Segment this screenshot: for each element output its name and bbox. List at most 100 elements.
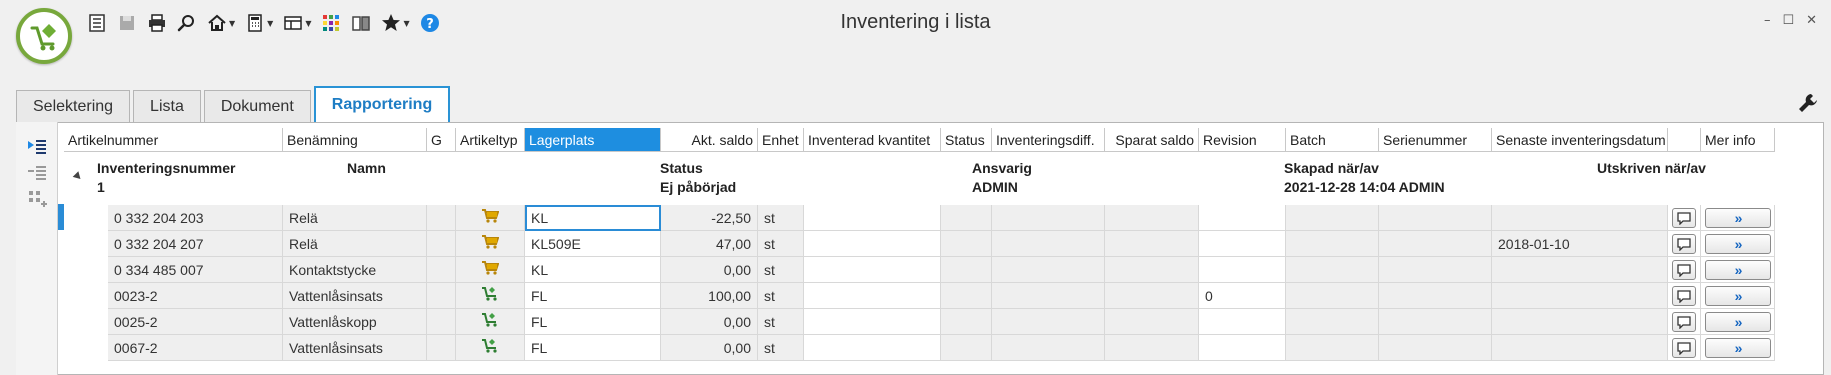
cell-status[interactable] [941, 231, 992, 257]
comment-button[interactable] [1672, 259, 1696, 280]
cell-revision[interactable] [1199, 309, 1286, 335]
col-akt-saldo[interactable]: Akt. saldo [661, 128, 758, 152]
cell-artikeltyp[interactable] [456, 257, 525, 283]
cell-sparat-saldo[interactable] [1105, 309, 1199, 335]
cell-serienummer[interactable] [1379, 283, 1492, 309]
wrench-icon[interactable] [1797, 92, 1819, 114]
cell-enhet[interactable]: st [758, 205, 804, 231]
cell-batch[interactable] [1286, 283, 1379, 309]
more-info-button[interactable]: » [1704, 207, 1771, 228]
cell-sparat-saldo[interactable] [1105, 283, 1199, 309]
cell-senaste-inventeringsdatum[interactable]: 2018-01-10 [1492, 231, 1668, 257]
cell-status[interactable] [941, 335, 992, 361]
cell-benamning[interactable]: Vattenlåskopp [283, 309, 427, 335]
cell-senaste-inventeringsdatum[interactable] [1492, 205, 1668, 231]
col-batch[interactable]: Batch [1286, 128, 1379, 152]
cell-enhet[interactable]: st [758, 283, 804, 309]
cell-inventerad-kvantitet[interactable] [804, 283, 941, 309]
col-lagerplats[interactable]: Lagerplats [525, 128, 661, 152]
cell-lagerplats[interactable]: FL [525, 309, 661, 335]
comment-button[interactable] [1672, 207, 1696, 228]
cell-g[interactable] [427, 283, 456, 309]
cell-g[interactable] [427, 257, 456, 283]
cell-akt-saldo[interactable]: 0,00 [661, 335, 758, 361]
cell-benamning[interactable]: Kontaktstycke [283, 257, 427, 283]
cell-revision[interactable]: 0 [1199, 283, 1286, 309]
more-info-button[interactable]: » [1704, 311, 1771, 332]
more-info-button[interactable]: » [1704, 259, 1771, 280]
cell-status[interactable] [941, 283, 992, 309]
cell-inventeringsdiff[interactable] [992, 283, 1105, 309]
col-revision[interactable]: Revision [1199, 128, 1286, 152]
cell-artikeltyp[interactable] [456, 205, 525, 231]
cell-artikeltyp[interactable] [456, 231, 525, 257]
comment-button[interactable] [1672, 285, 1696, 306]
cell-lagerplats[interactable]: KL [525, 257, 661, 283]
cell-benamning[interactable]: Vattenlåsinsats [283, 283, 427, 309]
cell-serienummer[interactable] [1379, 257, 1492, 283]
cell-inventerad-kvantitet[interactable] [804, 257, 941, 283]
cell-artikelnummer[interactable]: 0067-2 [108, 335, 283, 361]
cell-artikelnummer[interactable]: 0023-2 [108, 283, 283, 309]
table-row[interactable]: 0067-2 Vattenlåsinsats FL 0,00 st » [108, 335, 1775, 361]
collapse-all-icon[interactable] [26, 162, 48, 184]
cell-sparat-saldo[interactable] [1105, 231, 1199, 257]
more-info-button[interactable]: » [1704, 285, 1771, 306]
cell-g[interactable] [427, 335, 456, 361]
col-comment[interactable] [1668, 128, 1701, 152]
cell-artikelnummer[interactable]: 0025-2 [108, 309, 283, 335]
cell-senaste-inventeringsdatum[interactable] [1492, 309, 1668, 335]
cell-revision[interactable] [1199, 257, 1286, 283]
cell-akt-saldo[interactable]: 0,00 [661, 309, 758, 335]
more-info-button[interactable]: » [1704, 337, 1771, 358]
col-enhet[interactable]: Enhet [758, 128, 804, 152]
cell-artikelnummer[interactable]: 0 332 204 203 [108, 205, 283, 231]
cell-akt-saldo[interactable]: 0,00 [661, 257, 758, 283]
cell-senaste-inventeringsdatum[interactable] [1492, 335, 1668, 361]
cell-status[interactable] [941, 309, 992, 335]
cell-serienummer[interactable] [1379, 335, 1492, 361]
cell-batch[interactable] [1286, 231, 1379, 257]
table-row[interactable]: 0 332 204 207 Relä KL509E 47,00 st 2018-… [108, 231, 1775, 257]
col-senaste-inventeringsdatum[interactable]: Senaste inventeringsdatum [1492, 128, 1668, 152]
collapse-icon[interactable] [72, 171, 84, 182]
cell-revision[interactable] [1199, 205, 1286, 231]
cell-inventerad-kvantitet[interactable] [804, 231, 941, 257]
col-inventerad-kvantitet[interactable]: Inventerad kvantitet [804, 128, 941, 152]
cell-serienummer[interactable] [1379, 231, 1492, 257]
cell-lagerplats[interactable]: KL509E [525, 231, 661, 257]
col-g[interactable]: G [427, 128, 456, 152]
cell-lagerplats[interactable]: FL [525, 283, 661, 309]
comment-button[interactable] [1672, 337, 1696, 358]
cell-artikelnummer[interactable]: 0 334 485 007 [108, 257, 283, 283]
table-row[interactable]: 0025-2 Vattenlåskopp FL 0,00 st » [108, 309, 1775, 335]
cell-inventerad-kvantitet[interactable] [804, 309, 941, 335]
cell-batch[interactable] [1286, 309, 1379, 335]
cell-inventeringsdiff[interactable] [992, 231, 1105, 257]
cell-sparat-saldo[interactable] [1105, 335, 1199, 361]
cell-batch[interactable] [1286, 257, 1379, 283]
table-row[interactable]: 0 332 204 203 Relä KL -22,50 st » [108, 205, 1775, 231]
cell-serienummer[interactable] [1379, 309, 1492, 335]
col-artikelnummer[interactable]: Artikelnummer [64, 128, 283, 152]
cell-inventeringsdiff[interactable] [992, 257, 1105, 283]
close-button[interactable]: ✕ [1806, 13, 1817, 28]
cell-g[interactable] [427, 309, 456, 335]
cell-senaste-inventeringsdatum[interactable] [1492, 257, 1668, 283]
col-benamning[interactable]: Benämning [283, 128, 427, 152]
col-inventeringsdiff[interactable]: Inventeringsdiff. [992, 128, 1105, 152]
cell-artikeltyp[interactable] [456, 335, 525, 361]
cell-benamning[interactable]: Relä [283, 205, 427, 231]
cell-lagerplats[interactable]: KL [525, 205, 661, 231]
tab-selektering[interactable]: Selektering [16, 90, 131, 122]
group-by-icon[interactable] [26, 188, 48, 210]
cell-enhet[interactable]: st [758, 335, 804, 361]
cell-artikeltyp[interactable] [456, 309, 525, 335]
cell-artikeltyp[interactable] [456, 283, 525, 309]
cell-enhet[interactable]: st [758, 309, 804, 335]
cell-sparat-saldo[interactable] [1105, 257, 1199, 283]
cell-g[interactable] [427, 231, 456, 257]
cell-lagerplats[interactable]: FL [525, 335, 661, 361]
comment-button[interactable] [1672, 233, 1696, 254]
cell-batch[interactable] [1286, 335, 1379, 361]
